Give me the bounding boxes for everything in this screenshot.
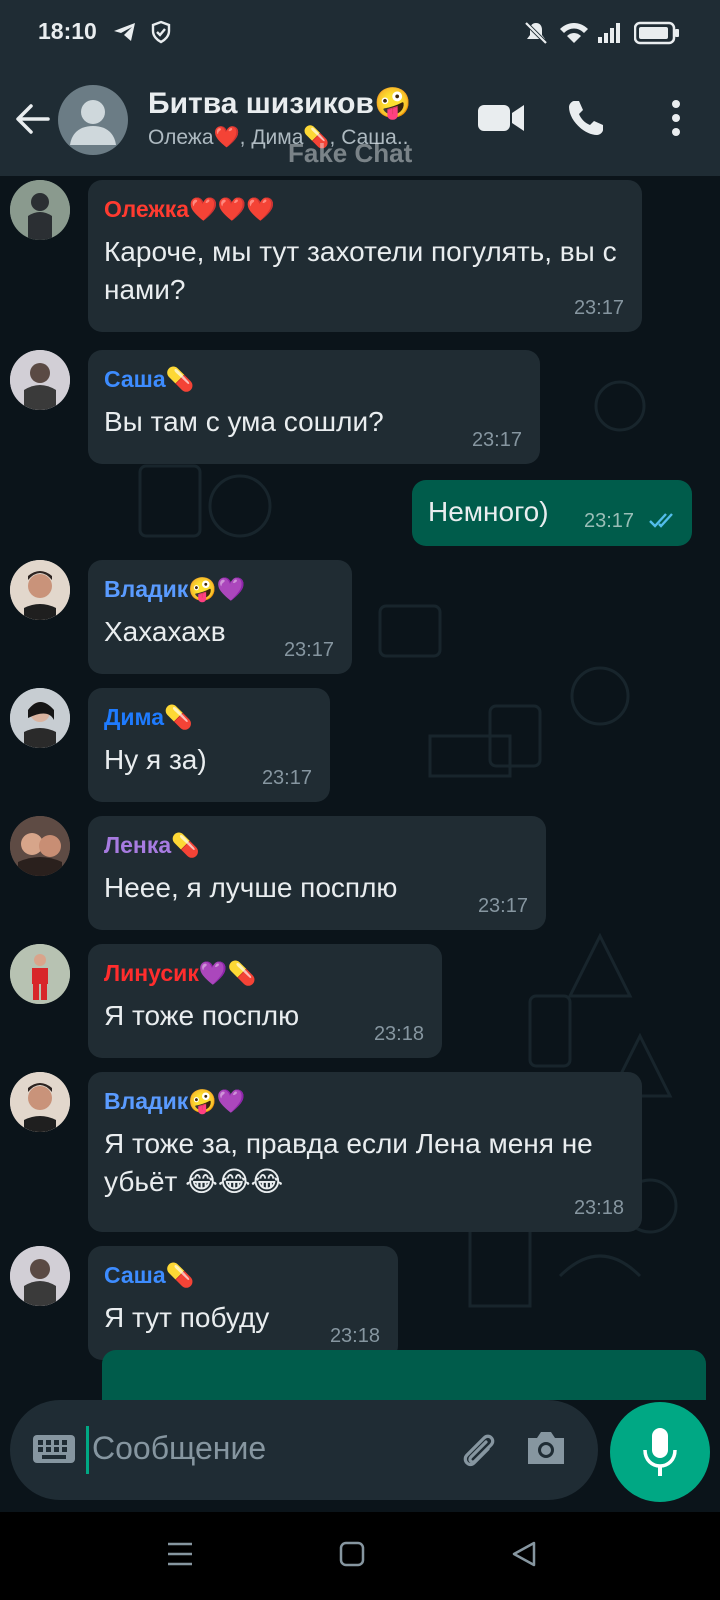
chat-header: Битва шизиков🤪 Олежа❤️, Дима💊, Саша.. Fa… bbox=[0, 66, 720, 176]
message-bubble[interactable]: Олежка❤️❤️❤️ Кароче, мы тут захотели пог… bbox=[88, 180, 642, 332]
battery-icon bbox=[633, 21, 679, 45]
signal-icon bbox=[597, 23, 620, 43]
sender-name: Олежка❤️❤️❤️ bbox=[104, 196, 275, 222]
back-nav-icon[interactable] bbox=[510, 1540, 538, 1568]
message-text: Я тоже за, правда если Лена меня не убьё… bbox=[104, 1128, 593, 1197]
wifi-icon bbox=[560, 23, 589, 43]
home-icon[interactable] bbox=[338, 1540, 366, 1568]
sender-name: Ленка💊 bbox=[104, 832, 200, 858]
message-text: Немного) bbox=[428, 496, 549, 527]
camera-icon[interactable] bbox=[524, 1428, 568, 1468]
message-time: 23:17 bbox=[584, 510, 635, 532]
message-bubble[interactable]: Линусик💜💊 Я тоже посплю 23:18 bbox=[88, 944, 442, 1058]
mic-button[interactable] bbox=[610, 1402, 710, 1502]
sender-name: Саша💊 bbox=[104, 1262, 195, 1288]
sender-name: Дима💊 bbox=[104, 704, 193, 730]
sender-avatar[interactable] bbox=[10, 1246, 70, 1306]
recent-apps-icon[interactable] bbox=[166, 1540, 194, 1568]
status-time: 18:10 bbox=[38, 18, 97, 44]
keyboard-icon[interactable] bbox=[32, 1434, 76, 1464]
message-text: Кароче, мы тут захотели погулять, вы с н… bbox=[104, 236, 617, 305]
message-input[interactable]: Сообщение bbox=[10, 1400, 598, 1500]
watermark: Fake Chat bbox=[288, 138, 413, 168]
person-icon bbox=[70, 100, 116, 145]
more-vert-icon[interactable] bbox=[670, 99, 682, 137]
telegram-icon bbox=[114, 23, 135, 41]
text-cursor bbox=[86, 1426, 89, 1474]
message-time: 23:17 bbox=[283, 639, 334, 661]
system-nav-bar bbox=[0, 1512, 720, 1600]
mute-icon bbox=[524, 21, 548, 45]
sender-name: Владик🤪💜 bbox=[104, 576, 246, 602]
group-avatar[interactable] bbox=[58, 85, 128, 155]
sender-avatar[interactable] bbox=[10, 560, 70, 620]
sender-avatar[interactable] bbox=[10, 688, 70, 748]
message-time: 23:18 bbox=[373, 1023, 424, 1045]
message-bubble[interactable]: Саша💊 Я тут побуду 23:18 bbox=[88, 1246, 398, 1360]
partial-outgoing-bubble[interactable] bbox=[102, 1350, 706, 1400]
attach-icon[interactable] bbox=[456, 1428, 500, 1472]
message-text: Вы там с ума сошли? bbox=[104, 406, 384, 437]
message-bubble[interactable]: Дима💊 Ну я за) 23:17 bbox=[88, 688, 330, 802]
message-bubble[interactable]: Саша💊 Вы там с ума сошли? 23:17 bbox=[88, 350, 540, 464]
composer-bar: Сообщение bbox=[0, 1400, 720, 1512]
sender-avatar[interactable] bbox=[10, 816, 70, 876]
shield-icon bbox=[152, 20, 171, 44]
outgoing-message-bubble[interactable]: Немного) 23:17 bbox=[412, 480, 692, 546]
message-text: Неее, я лучше посплю bbox=[104, 872, 398, 903]
sender-avatar[interactable] bbox=[10, 350, 70, 410]
sender-avatar[interactable] bbox=[10, 1072, 70, 1132]
status-left-icons bbox=[112, 20, 172, 44]
message-bubble[interactable]: Владик🤪💜 Я тоже за, правда если Лена мен… bbox=[88, 1072, 642, 1232]
back-arrow-icon[interactable] bbox=[14, 102, 52, 136]
chat-area[interactable]: Олежка❤️❤️❤️ Кароче, мы тут захотели пог… bbox=[0, 176, 720, 1400]
status-right-icons bbox=[523, 20, 680, 46]
message-bubble[interactable]: Владик🤪💜 Хахахахв 23:17 bbox=[88, 560, 352, 674]
status-bar: 18:10 bbox=[0, 0, 720, 66]
mic-icon bbox=[643, 1428, 677, 1476]
message-time: 23:18 bbox=[573, 1197, 624, 1219]
message-time: 23:17 bbox=[471, 429, 522, 451]
message-time: 23:17 bbox=[261, 767, 312, 789]
sender-avatar[interactable] bbox=[10, 944, 70, 1004]
phone-call-icon[interactable] bbox=[566, 98, 606, 138]
sender-name: Владик🤪💜 bbox=[104, 1088, 246, 1114]
video-call-icon[interactable] bbox=[476, 100, 526, 136]
message-placeholder: Сообщение bbox=[92, 1430, 267, 1466]
sender-name: Саша💊 bbox=[104, 366, 195, 392]
message-time: 23:18 bbox=[329, 1325, 380, 1347]
read-ticks-icon bbox=[649, 513, 673, 528]
message-time: 23:17 bbox=[573, 297, 624, 319]
sender-avatar[interactable] bbox=[10, 180, 70, 240]
sender-name: Линусик💜💊 bbox=[104, 960, 257, 986]
message-time: 23:17 bbox=[477, 895, 528, 917]
chat-title[interactable]: Битва шизиков🤪 bbox=[148, 86, 411, 121]
message-bubble[interactable]: Ленка💊 Неее, я лучше посплю 23:17 bbox=[88, 816, 546, 930]
